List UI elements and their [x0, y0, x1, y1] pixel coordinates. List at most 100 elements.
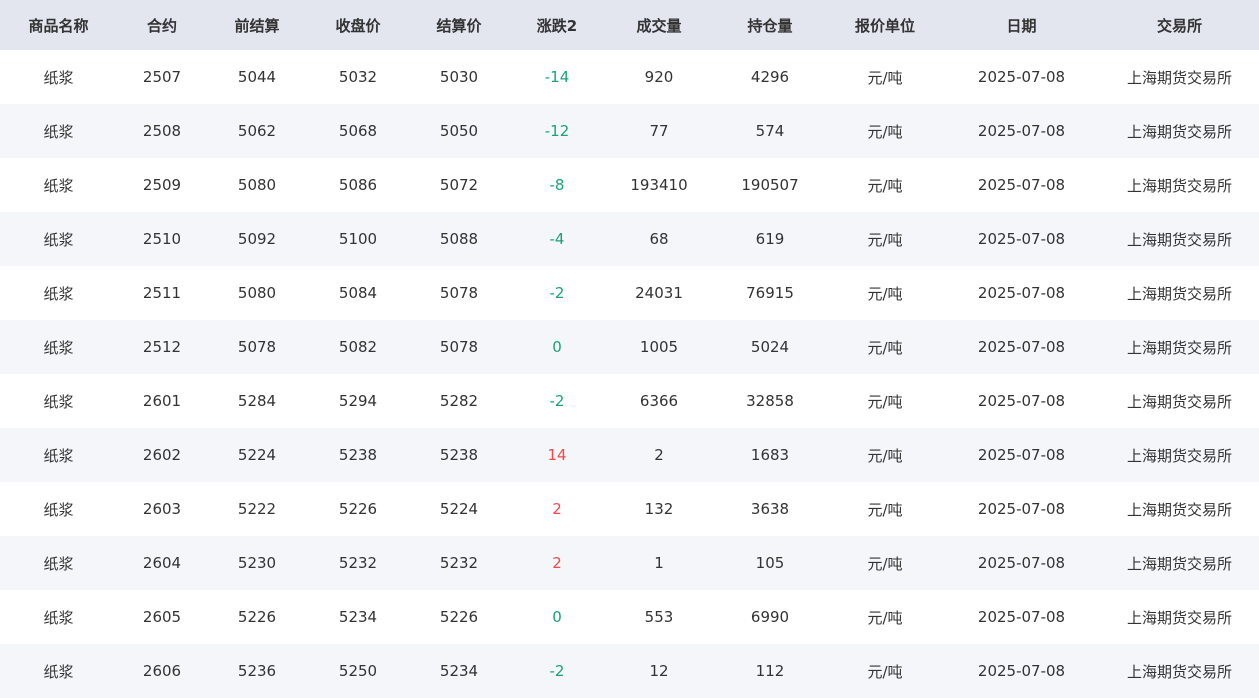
settle-cell: 5050: [409, 104, 509, 158]
table-row[interactable]: 纸浆 2605 5226 5234 5226 0 553 6990 元/吨 2025-07-08 上…: [0, 590, 1259, 644]
settle-cell: 5088: [409, 212, 509, 266]
unit-cell: 元/吨: [827, 320, 943, 374]
unit-cell: 元/吨: [827, 590, 943, 644]
product-name-cell: 纸浆: [0, 104, 117, 158]
table-row[interactable]: 纸浆 2606 5236 5250 5234 -2 12 112 元/吨 2025-07-08 上海…: [0, 644, 1259, 698]
table-row[interactable]: 纸浆 2507 5044 5032 5030 -14 920 4296 元/吨 2025-07-0…: [0, 50, 1259, 104]
product-name-cell: 纸浆: [0, 590, 117, 644]
settle-cell: 5078: [409, 266, 509, 320]
exchange-cell: 上海期货交易所: [1100, 104, 1259, 158]
exchange-cell: 上海期货交易所: [1100, 374, 1259, 428]
unit-cell: 元/吨: [827, 50, 943, 104]
table-row[interactable]: 纸浆 2601 5284 5294 5282 -2 6366 32858 元/吨 2025-07-…: [0, 374, 1259, 428]
unit-cell: 元/吨: [827, 482, 943, 536]
table-row[interactable]: 纸浆 2602 5224 5238 5238 14 2 1683 元/吨 2025-07-08 上海…: [0, 428, 1259, 482]
table-row[interactable]: 纸浆 2510 5092 5100 5088 -4 68 619 元/吨 2025-07-08 上海…: [0, 212, 1259, 266]
prev-settle-cell: 5226: [207, 590, 307, 644]
unit-cell: 元/吨: [827, 266, 943, 320]
prev-settle-cell: 5230: [207, 536, 307, 590]
change-cell: 2: [509, 482, 605, 536]
table-row[interactable]: 纸浆 2512 5078 5082 5078 0 1005 5024 元/吨 2025-07-08…: [0, 320, 1259, 374]
column-header-close[interactable]: 收盘价: [307, 0, 409, 50]
unit-cell: 元/吨: [827, 644, 943, 698]
date-cell: 2025-07-08: [943, 590, 1100, 644]
unit-cell: 元/吨: [827, 104, 943, 158]
volume-cell: 920: [605, 50, 713, 104]
date-cell: 2025-07-08: [943, 320, 1100, 374]
column-header-settle[interactable]: 结算价: [409, 0, 509, 50]
column-header-product-name[interactable]: 商品名称: [0, 0, 117, 50]
volume-cell: 2: [605, 428, 713, 482]
exchange-cell: 上海期货交易所: [1100, 320, 1259, 374]
prev-settle-cell: 5080: [207, 158, 307, 212]
date-cell: 2025-07-08: [943, 266, 1100, 320]
contract-cell: 2606: [117, 644, 207, 698]
close-cell: 5234: [307, 590, 409, 644]
open-interest-cell: 32858: [713, 374, 827, 428]
settle-cell: 5224: [409, 482, 509, 536]
change-cell: 0: [509, 590, 605, 644]
table-row[interactable]: 纸浆 2604 5230 5232 5232 2 1 105 元/吨 2025-07-08 上海期货…: [0, 536, 1259, 590]
change-cell: 2: [509, 536, 605, 590]
unit-cell: 元/吨: [827, 428, 943, 482]
column-header-unit[interactable]: 报价单位: [827, 0, 943, 50]
exchange-cell: 上海期货交易所: [1100, 50, 1259, 104]
table-row[interactable]: 纸浆 2509 5080 5086 5072 -8 193410 190507 元/吨 2025-…: [0, 158, 1259, 212]
open-interest-cell: 190507: [713, 158, 827, 212]
volume-cell: 6366: [605, 374, 713, 428]
column-header-contract[interactable]: 合约: [117, 0, 207, 50]
open-interest-cell: 1683: [713, 428, 827, 482]
open-interest-cell: 4296: [713, 50, 827, 104]
close-cell: 5068: [307, 104, 409, 158]
date-cell: 2025-07-08: [943, 212, 1100, 266]
table-row[interactable]: 纸浆 2508 5062 5068 5050 -12 77 574 元/吨 2025-07-08 上…: [0, 104, 1259, 158]
exchange-cell: 上海期货交易所: [1100, 158, 1259, 212]
column-header-exchange[interactable]: 交易所: [1100, 0, 1259, 50]
change-cell: -14: [509, 50, 605, 104]
column-header-date[interactable]: 日期: [943, 0, 1100, 50]
contract-cell: 2602: [117, 428, 207, 482]
settle-cell: 5232: [409, 536, 509, 590]
prev-settle-cell: 5224: [207, 428, 307, 482]
prev-settle-cell: 5222: [207, 482, 307, 536]
contract-cell: 2510: [117, 212, 207, 266]
column-header-open-interest[interactable]: 持仓量: [713, 0, 827, 50]
prev-settle-cell: 5044: [207, 50, 307, 104]
open-interest-cell: 3638: [713, 482, 827, 536]
contract-cell: 2509: [117, 158, 207, 212]
table-row[interactable]: 纸浆 2511 5080 5084 5078 -2 24031 76915 元/吨 2025-07…: [0, 266, 1259, 320]
unit-cell: 元/吨: [827, 374, 943, 428]
column-header-change[interactable]: 涨跌2: [509, 0, 605, 50]
settle-cell: 5226: [409, 590, 509, 644]
exchange-cell: 上海期货交易所: [1100, 590, 1259, 644]
close-cell: 5086: [307, 158, 409, 212]
volume-cell: 24031: [605, 266, 713, 320]
close-cell: 5100: [307, 212, 409, 266]
close-cell: 5082: [307, 320, 409, 374]
exchange-cell: 上海期货交易所: [1100, 428, 1259, 482]
settle-cell: 5072: [409, 158, 509, 212]
open-interest-cell: 574: [713, 104, 827, 158]
volume-cell: 68: [605, 212, 713, 266]
date-cell: 2025-07-08: [943, 374, 1100, 428]
close-cell: 5232: [307, 536, 409, 590]
close-cell: 5294: [307, 374, 409, 428]
contract-cell: 2604: [117, 536, 207, 590]
open-interest-cell: 619: [713, 212, 827, 266]
column-header-volume[interactable]: 成交量: [605, 0, 713, 50]
close-cell: 5226: [307, 482, 409, 536]
contract-cell: 2507: [117, 50, 207, 104]
volume-cell: 1005: [605, 320, 713, 374]
column-header-prev-settle[interactable]: 前结算: [207, 0, 307, 50]
table-row[interactable]: 纸浆 2603 5222 5226 5224 2 132 3638 元/吨 2025-07-08 上…: [0, 482, 1259, 536]
date-cell: 2025-07-08: [943, 482, 1100, 536]
change-cell: 0: [509, 320, 605, 374]
date-cell: 2025-07-08: [943, 158, 1100, 212]
exchange-cell: 上海期货交易所: [1100, 212, 1259, 266]
change-cell: -4: [509, 212, 605, 266]
product-name-cell: 纸浆: [0, 644, 117, 698]
date-cell: 2025-07-08: [943, 428, 1100, 482]
product-name-cell: 纸浆: [0, 320, 117, 374]
product-name-cell: 纸浆: [0, 374, 117, 428]
change-cell: -8: [509, 158, 605, 212]
